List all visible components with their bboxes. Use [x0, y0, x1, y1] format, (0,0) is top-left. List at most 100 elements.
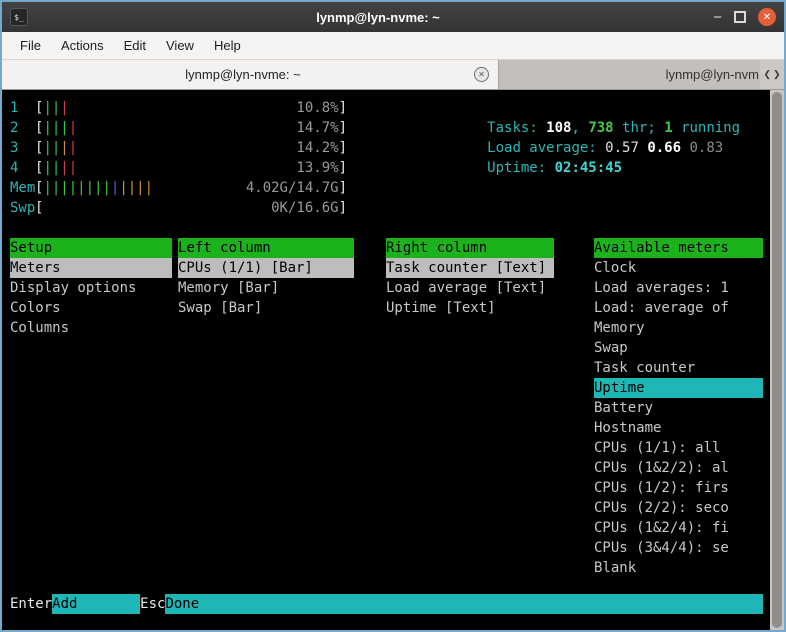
panel-item[interactable]: Task counter [Text] [386, 258, 554, 278]
setup-panel-available-meters: Available meters ClockLoad averages: 1Lo… [594, 238, 763, 578]
swap-meter-bar [43, 198, 271, 218]
terminal-app-icon: $_ [10, 8, 28, 26]
menu-item[interactable]: Help [204, 32, 251, 59]
cpu-meter-label: 1 [10, 98, 35, 118]
panel-item[interactable]: Task counter [594, 358, 763, 378]
swap-meter-value: 0K/16.6G [271, 198, 338, 218]
panel-item[interactable]: Clock [594, 258, 763, 278]
scrollbar-thumb[interactable] [772, 92, 782, 628]
cpu-meter-bar: |||| [43, 158, 296, 178]
load-1min: 0.57 [605, 140, 647, 156]
scrollbar[interactable] [770, 90, 784, 630]
titlebar[interactable]: $_ lynmp@lyn-nvme: ~ − ✕ [2, 2, 784, 32]
tab-scroll-right-icon[interactable]: ❯ [773, 69, 781, 80]
panel-item[interactable]: CPUs (1&2/4): fi [594, 518, 763, 538]
meter-bar-segment: |||| [119, 180, 153, 196]
function-bar: Enter Add Esc Done [10, 594, 763, 614]
tab-inactive-label: lynmp@lyn-nvm [666, 67, 759, 82]
panel-item[interactable]: Memory [Bar] [178, 278, 354, 298]
cpu-meter-label: 2 [10, 118, 35, 138]
menu-item[interactable]: Edit [114, 32, 156, 59]
stats-column: Tasks: 108, 738 thr; 1 running Load aver… [386, 98, 740, 218]
meter-bar-segment: | [69, 140, 77, 156]
cpu-meter-bar: ||| [43, 98, 296, 118]
meter-bar-segment: | [60, 100, 68, 116]
panel-item[interactable]: CPUs (2/2): seco [594, 498, 763, 518]
terminal-viewport[interactable]: 1[|||10.8%] 2[||||14.7%] 3[||||14.2%] 4[… [2, 90, 784, 630]
tab-inactive[interactable]: lynmp@lyn-nvm [499, 60, 760, 89]
cpu-meter-bar: |||| [43, 118, 296, 138]
terminal-window: $_ lynmp@lyn-nvme: ~ − ✕ FileActionsEdit… [0, 0, 786, 632]
tab-active-label: lynmp@lyn-nvme: ~ [185, 67, 300, 82]
tasks-count: 108 [546, 120, 571, 136]
cpu-meter-1: 1[|||10.8%] [10, 98, 347, 118]
setup-panel-right-column: Right column Task counter [Text]Load ave… [386, 238, 554, 578]
meter-bracket-close: ] [339, 138, 347, 158]
meter-bracket-open: [ [35, 198, 43, 218]
panel-item[interactable]: Uptime [594, 378, 763, 398]
panel-item[interactable]: CPUs (1/2): firs [594, 478, 763, 498]
meters-column: 1[|||10.8%] 2[||||14.7%] 3[||||14.2%] 4[… [10, 98, 347, 218]
panel-header: Left column [178, 238, 354, 258]
running-label: running [673, 120, 740, 136]
panel-item[interactable]: Display options [10, 278, 172, 298]
meter-bar-segment: || [43, 160, 60, 176]
running-count: 1 [664, 120, 672, 136]
add-button[interactable]: Add [52, 594, 140, 614]
panel-item[interactable]: CPUs (1/1): all [594, 438, 763, 458]
panel-item[interactable]: Columns [10, 318, 172, 338]
panel-item[interactable]: CPUs (3&4/4): se [594, 538, 763, 558]
tab-close-glyph: ✕ [478, 70, 485, 79]
panel-item[interactable]: Load average [Text] [386, 278, 554, 298]
tab-close-icon[interactable]: ✕ [474, 67, 489, 82]
setup-panel-categories: Setup MetersDisplay optionsColorsColumns [10, 238, 172, 578]
panel-item[interactable]: Load: average of [594, 298, 763, 318]
panel-item[interactable]: Battery [594, 398, 763, 418]
menu-bar: FileActionsEditViewHelp [2, 32, 784, 60]
esc-key-label[interactable]: Esc [140, 594, 165, 614]
panel-item[interactable]: Swap [594, 338, 763, 358]
menu-item[interactable]: File [10, 32, 51, 59]
panel-item[interactable]: Colors [10, 298, 172, 318]
done-button[interactable]: Done [165, 594, 763, 614]
maximize-button[interactable] [734, 11, 746, 23]
panel-item[interactable]: Uptime [Text] [386, 298, 554, 318]
htop-header-area: 1[|||10.8%] 2[||||14.7%] 3[||||14.2%] 4[… [10, 98, 763, 218]
meter-bar-segment: |||||||| [43, 180, 110, 196]
tab-active[interactable]: lynmp@lyn-nvme: ~ ✕ [2, 60, 499, 89]
memory-meter: Mem[|||||||||||||4.02G/14.7G] [10, 178, 347, 198]
menu-item[interactable]: Actions [51, 32, 114, 59]
cpu-meter-label: 4 [10, 158, 35, 178]
panel-item[interactable]: Swap [Bar] [178, 298, 354, 318]
tasks-separator: , [571, 120, 588, 136]
panel-item[interactable]: CPUs (1&2/2): al [594, 458, 763, 478]
enter-key-label[interactable]: Enter [10, 594, 52, 614]
memory-meter-value: 4.02G/14.7G [246, 178, 339, 198]
meter-bracket-open: [ [35, 178, 43, 198]
meter-bracket-open: [ [35, 158, 43, 178]
panel-body: Task counter [Text]Load average [Text]Up… [386, 258, 554, 318]
meter-bar-segment: || [60, 160, 77, 176]
panel-item[interactable]: Load averages: 1 [594, 278, 763, 298]
panel-item[interactable]: CPUs (1/1) [Bar] [178, 258, 354, 278]
panel-body: CPUs (1/1) [Bar]Memory [Bar]Swap [Bar] [178, 258, 354, 318]
meter-bracket-open: [ [35, 98, 43, 118]
panel-item[interactable]: Meters [10, 258, 172, 278]
meter-bar-segment: | [60, 140, 68, 156]
meter-bracket-close: ] [339, 198, 347, 218]
memory-meter-bar: ||||||||||||| [43, 178, 245, 198]
panel-item[interactable]: Blank [594, 558, 763, 578]
meter-bracket-open: [ [35, 138, 43, 158]
meter-bar-segment: | [69, 120, 77, 136]
meter-bracket-close: ] [339, 158, 347, 178]
setup-panels: Setup MetersDisplay optionsColorsColumns… [10, 238, 763, 578]
meter-bracket-close: ] [339, 98, 347, 118]
htop-setup-screen: 1[|||10.8%] 2[||||14.7%] 3[||||14.2%] 4[… [2, 90, 770, 630]
tab-scroll-left-icon[interactable]: ❮ [763, 69, 771, 80]
menu-item[interactable]: View [156, 32, 204, 59]
close-button[interactable]: ✕ [758, 8, 776, 26]
minimize-button[interactable]: − [713, 10, 722, 25]
panel-item[interactable]: Memory [594, 318, 763, 338]
cpu-meter-3: 3[||||14.2%] [10, 138, 347, 158]
panel-item[interactable]: Hostname [594, 418, 763, 438]
